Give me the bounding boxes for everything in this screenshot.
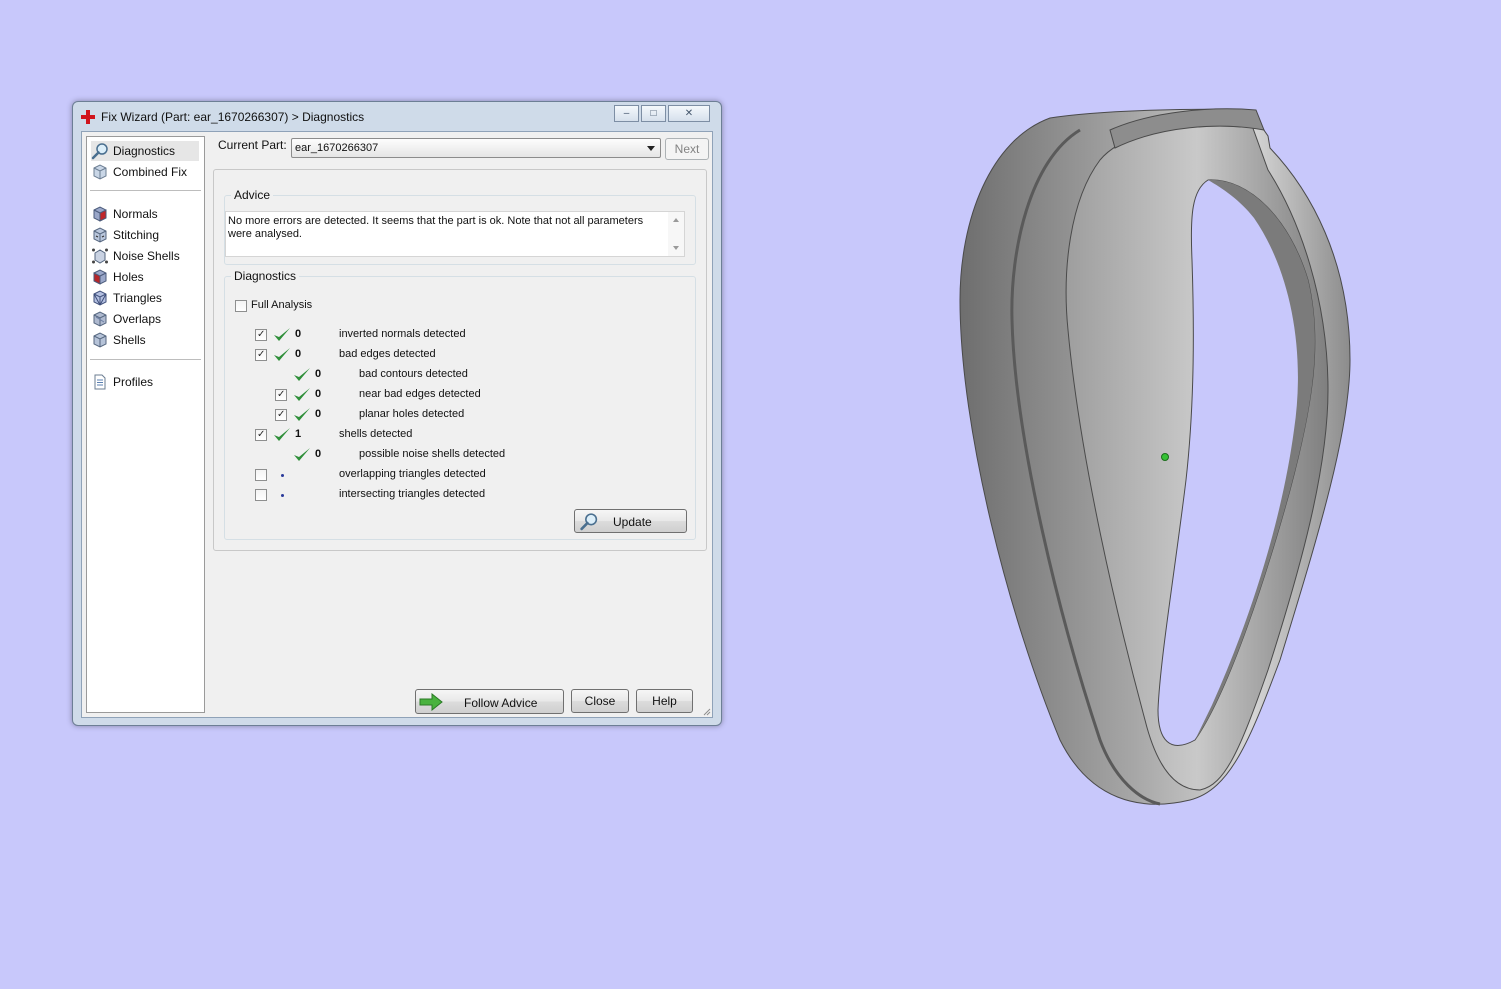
stitching-cube-icon	[93, 227, 107, 243]
bad-edges-label: bad edges detected	[339, 348, 436, 360]
diagnostics-title: Diagnostics	[231, 269, 300, 283]
planar-holes-label: planar holes detected	[359, 408, 465, 420]
sidebar-item-label: Shells	[113, 333, 146, 347]
shells-label: shells detected	[339, 428, 413, 440]
bad-edges-count: 0	[295, 348, 302, 360]
sidebar-item-diagnostics[interactable]: Diagnostics	[91, 141, 199, 161]
bad-edges-checkbox[interactable]	[255, 349, 267, 361]
sidebar: Diagnostics Combined Fix Normals Stitchi…	[86, 136, 205, 713]
current-part-value: ear_1670266307	[295, 142, 379, 154]
green-check-icon	[274, 348, 290, 361]
sidebar-item-label: Diagnostics	[113, 144, 176, 158]
scroll-down-icon[interactable]	[673, 246, 679, 250]
cube-icon	[93, 164, 107, 180]
sidebar-item-holes[interactable]: Holes	[91, 267, 199, 287]
minimize-button[interactable]: –	[614, 105, 639, 122]
planar-holes-count: 0	[315, 408, 322, 420]
normals-cube-icon	[93, 206, 107, 222]
close-button[interactable]: Close	[571, 689, 629, 713]
pending-dot-icon	[281, 474, 284, 477]
sidebar-item-overlaps[interactable]: Overlaps	[91, 309, 199, 329]
chevron-down-icon	[647, 146, 655, 151]
red-cross-icon	[81, 110, 95, 124]
triangles-cube-icon	[93, 290, 107, 306]
near-bad-edges-checkbox[interactable]	[275, 389, 287, 401]
green-check-icon	[294, 448, 310, 461]
overlaps-cube-icon	[93, 311, 107, 327]
dialog-client-area: Diagnostics Combined Fix Normals Stitchi…	[81, 131, 713, 718]
advice-scrollbar[interactable]	[668, 212, 684, 256]
planar-holes-checkbox[interactable]	[275, 409, 287, 421]
inverted-normals-count: 0	[295, 328, 302, 340]
inverted-normals-checkbox[interactable]	[255, 329, 267, 341]
inverted-normals-label: inverted normals detected	[339, 328, 466, 340]
follow-advice-button[interactable]: Follow Advice	[415, 689, 564, 714]
green-check-icon	[294, 408, 310, 421]
intersecting-triangles-label: intersecting triangles detected	[339, 488, 486, 500]
sidebar-item-noise-shells[interactable]: Noise Shells	[91, 246, 199, 266]
sidebar-divider	[90, 190, 201, 191]
sidebar-item-triangles[interactable]: Triangles	[91, 288, 199, 308]
magnifier-icon	[580, 513, 598, 531]
diagnostics-page: Advice No more errors are detected. It s…	[213, 169, 707, 551]
holes-cube-icon	[93, 269, 107, 285]
sidebar-item-stitching[interactable]: Stitching	[91, 225, 199, 245]
close-window-button[interactable]: ✕	[668, 105, 710, 122]
advice-title: Advice	[231, 188, 274, 202]
noise-shells-label: possible noise shells detected	[359, 448, 506, 460]
green-check-icon	[294, 388, 310, 401]
near-bad-edges-label: near bad edges detected	[359, 388, 481, 400]
full-analysis-checkbox[interactable]	[235, 300, 247, 312]
noise-shells-count: 0	[315, 448, 322, 460]
sidebar-item-normals[interactable]: Normals	[91, 204, 199, 224]
noise-shells-icon	[92, 248, 108, 264]
intersecting-triangles-checkbox[interactable]	[255, 489, 267, 501]
current-part-label: Current Part:	[218, 138, 287, 152]
advice-text: No more errors are detected. It seems th…	[228, 215, 644, 240]
near-bad-edges-count: 0	[315, 388, 322, 400]
green-arrow-icon	[419, 693, 443, 711]
scroll-up-icon[interactable]	[673, 218, 679, 222]
rotation-center-marker	[1161, 453, 1169, 461]
sidebar-item-label: Normals	[113, 207, 158, 221]
sidebar-item-label: Holes	[113, 270, 144, 284]
sidebar-item-label: Noise Shells	[113, 249, 180, 263]
pending-dot-icon	[281, 494, 284, 497]
overlapping-triangles-label: overlapping triangles detected	[339, 468, 486, 480]
update-label: Update	[613, 515, 652, 529]
follow-advice-label: Follow Advice	[464, 696, 538, 710]
resize-grip-icon[interactable]	[701, 706, 711, 716]
maximize-button[interactable]: □	[641, 105, 666, 122]
document-icon	[94, 374, 106, 390]
green-check-icon	[274, 428, 290, 441]
ear-3d-model[interactable]	[950, 100, 1360, 820]
magnifier-icon	[91, 143, 108, 160]
bad-contours-label: bad contours detected	[359, 368, 468, 380]
sidebar-item-shells[interactable]: Shells	[91, 330, 199, 350]
overlapping-triangles-checkbox[interactable]	[255, 469, 267, 481]
bad-contours-count: 0	[315, 368, 322, 380]
update-button[interactable]: Update	[574, 509, 687, 533]
sidebar-item-label: Stitching	[113, 228, 160, 242]
next-button[interactable]: Next	[665, 138, 709, 160]
sidebar-item-label: Triangles	[113, 291, 162, 305]
sidebar-item-label: Profiles	[113, 375, 154, 389]
green-check-icon	[274, 328, 290, 341]
sidebar-divider	[90, 359, 201, 360]
shells-checkbox[interactable]	[255, 429, 267, 441]
shells-cube-icon	[93, 332, 107, 348]
fix-wizard-window: Fix Wizard (Part: ear_1670266307) > Diag…	[72, 101, 722, 726]
current-part-select[interactable]: ear_1670266307	[291, 138, 661, 158]
sidebar-item-label: Overlaps	[113, 312, 162, 326]
shells-count: 1	[295, 428, 302, 440]
sidebar-item-combined-fix[interactable]: Combined Fix	[91, 162, 199, 182]
sidebar-item-label: Combined Fix	[113, 165, 188, 179]
green-check-icon	[294, 368, 310, 381]
sidebar-item-profiles[interactable]: Profiles	[91, 372, 199, 392]
help-button[interactable]: Help	[636, 689, 693, 713]
full-analysis-label: Full Analysis	[251, 299, 313, 311]
advice-text-area[interactable]: No more errors are detected. It seems th…	[225, 211, 685, 257]
title-bar[interactable]: Fix Wizard (Part: ear_1670266307) > Diag…	[73, 102, 721, 130]
window-title: Fix Wizard (Part: ear_1670266307) > Diag…	[101, 110, 365, 124]
